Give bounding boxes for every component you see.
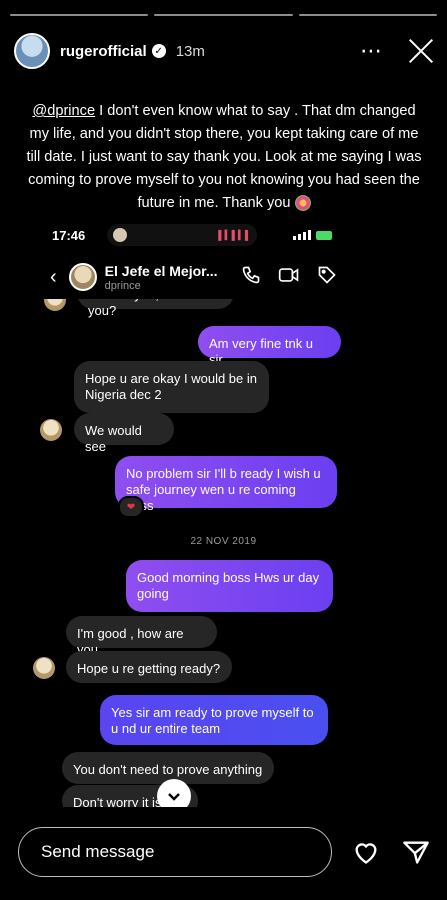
caption-text: I don't even know what to say . That dm …: [26, 103, 422, 211]
video-icon[interactable]: [278, 265, 300, 290]
dm-message-list[interactable]: Hows it you, how are you? Am very fine t…: [0, 299, 447, 807]
tag-icon[interactable]: [316, 265, 338, 290]
message-bubble[interactable]: Am very fine tnk u sir: [198, 326, 341, 367]
story-header: rugerofficial ✓ 13m ⋯: [14, 30, 435, 72]
close-icon[interactable]: [407, 37, 435, 65]
status-clock: 17:46: [52, 227, 86, 243]
signal-icon: [293, 230, 311, 240]
caption-mention[interactable]: @dprince: [32, 103, 95, 119]
dm-actions: [240, 265, 338, 290]
dm-contact-name: El Jefe el Mejor...: [104, 262, 218, 279]
sender-avatar: [40, 419, 62, 441]
verified-badge-icon: ✓: [151, 44, 166, 58]
dynamic-island: ▌▍▌▍▌: [107, 224, 258, 246]
progress-segment: [298, 14, 437, 16]
screenshot-status-bar: 17:46 ▌▍▌▍▌: [52, 224, 332, 246]
story-progress-bar: [10, 14, 437, 16]
more-icon[interactable]: ⋯: [360, 40, 383, 62]
message-bubble[interactable]: No problem sir I'll b ready I wish u saf…: [115, 456, 337, 513]
message-bubble[interactable]: Hope u re getting ready?: [66, 651, 232, 683]
story-timestamp: 13m: [175, 42, 205, 60]
dm-avatar[interactable]: [68, 263, 97, 291]
sender-avatar: [33, 657, 55, 679]
message-bubble[interactable]: I'm good , how are you: [66, 616, 217, 657]
dm-contact-handle: dprince: [104, 279, 141, 292]
chevron-down-icon[interactable]: [157, 779, 191, 807]
message-bubble[interactable]: Yes sir am ready to prove myself to u nd…: [100, 695, 328, 745]
story-caption: @dprince I don't even know what to say .…: [24, 100, 424, 215]
send-icon[interactable]: [402, 838, 430, 866]
story-avatar[interactable]: [14, 33, 50, 69]
sender-avatar: [44, 299, 66, 311]
back-icon[interactable]: ‹: [50, 266, 57, 289]
heart-icon[interactable]: [352, 838, 380, 866]
heart-reaction-icon[interactable]: ❤: [118, 496, 144, 518]
send-message-input[interactable]: [18, 827, 332, 877]
message-bubble[interactable]: Hope u are okay I would be in Nigeria de…: [74, 361, 269, 413]
progress-segment: [154, 14, 293, 16]
dm-title: El Jefe el Mejor... dprince: [105, 263, 218, 292]
message-bubble[interactable]: Hows it you, how are you?: [77, 299, 234, 318]
audio-wave-icon: ▌▍▌▍▌: [218, 229, 252, 240]
phone-icon[interactable]: [240, 265, 262, 290]
progress-segment: [10, 14, 149, 16]
bouquet-icon: [294, 195, 311, 212]
now-playing-thumbnail: [113, 228, 128, 242]
dm-header: ‹ El Jefe el Mejor... dprince: [0, 255, 447, 299]
story-reply-bar: [18, 826, 447, 878]
date-separator: 22 NOV 2019: [190, 536, 257, 547]
story-username[interactable]: rugerofficial: [60, 43, 147, 60]
message-bubble[interactable]: Good morning boss Hws ur day going: [126, 560, 333, 612]
battery-icon: [316, 230, 332, 240]
message-bubble[interactable]: We would see: [74, 413, 174, 454]
